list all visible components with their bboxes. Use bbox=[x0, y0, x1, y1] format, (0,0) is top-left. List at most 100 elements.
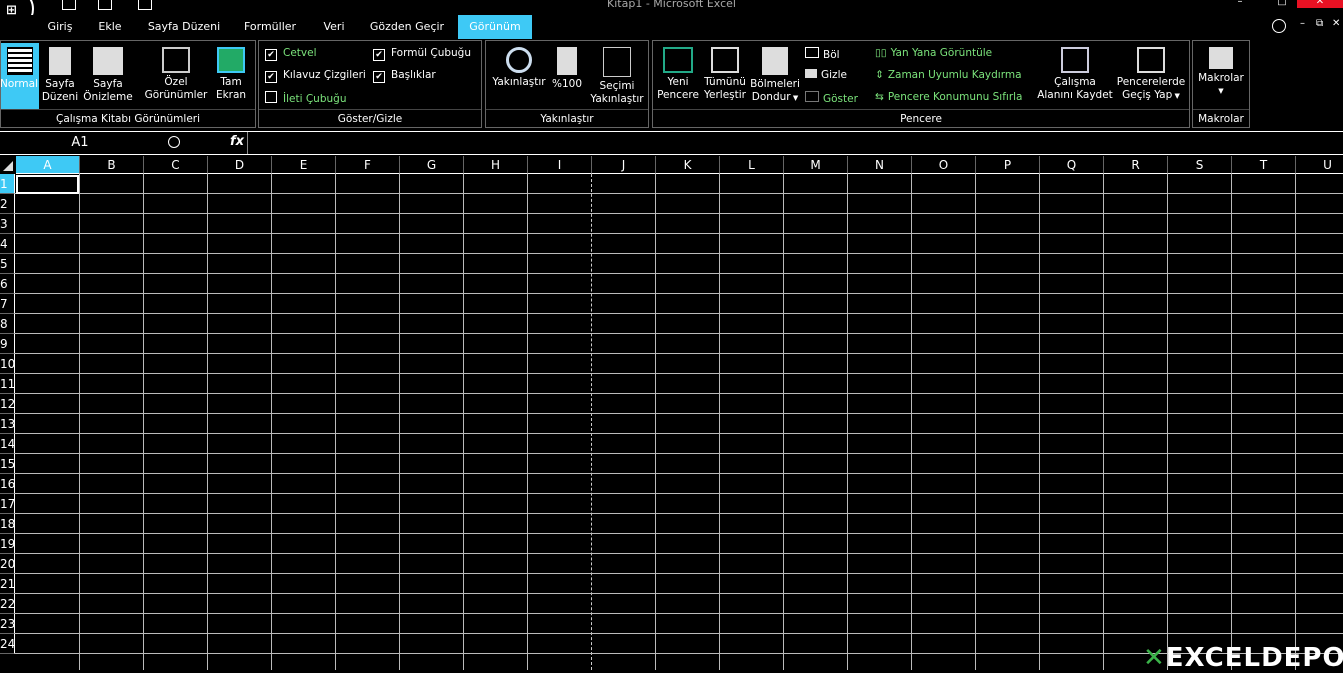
column-header-j[interactable]: J bbox=[592, 156, 656, 174]
active-cell[interactable] bbox=[16, 175, 79, 194]
row-header-18[interactable]: 18 bbox=[0, 514, 15, 534]
column-header-n[interactable]: N bbox=[848, 156, 912, 174]
custom-views-button[interactable]: Özel Görünümler bbox=[143, 43, 209, 102]
headings-checkbox[interactable]: ✔ Başlıklar bbox=[373, 69, 436, 83]
row-header-7[interactable]: 7 bbox=[0, 294, 15, 314]
row-header-22[interactable]: 22 bbox=[0, 594, 15, 614]
zoom-button[interactable]: Yakınlaştır bbox=[488, 43, 550, 89]
zoom-100-button[interactable]: %100 bbox=[550, 43, 584, 91]
tab-home[interactable]: Giriş bbox=[38, 15, 82, 39]
row-header-14[interactable]: 14 bbox=[0, 434, 15, 454]
tab-review[interactable]: Gözden Geçir bbox=[362, 15, 452, 39]
page-layout-button[interactable]: Sayfa Düzeni bbox=[41, 43, 79, 104]
column-header-p[interactable]: P bbox=[976, 156, 1040, 174]
name-box-dropdown-icon[interactable] bbox=[168, 136, 180, 148]
insert-function-icon[interactable]: fx bbox=[230, 134, 244, 149]
column-header-g[interactable]: G bbox=[400, 156, 464, 174]
zoom-selection-button[interactable]: Seçimi Yakınlaştır bbox=[586, 43, 648, 106]
tab-formulas[interactable]: Formüller bbox=[236, 15, 304, 39]
row-header-17[interactable]: 17 bbox=[0, 494, 15, 514]
row-header-23[interactable]: 23 bbox=[0, 614, 15, 634]
message-bar-checkbox[interactable]: İleti Çubuğu bbox=[265, 91, 346, 105]
column-header-h[interactable]: H bbox=[464, 156, 528, 174]
tab-insert[interactable]: Ekle bbox=[90, 15, 130, 39]
row-gridline bbox=[15, 333, 1343, 334]
tab-data[interactable]: Veri bbox=[314, 15, 354, 39]
reset-position-button[interactable]: ⇆ Pencere Konumunu Sıfırla bbox=[875, 91, 1023, 103]
column-header-b[interactable]: B bbox=[80, 156, 144, 174]
row-header-6[interactable]: 6 bbox=[0, 274, 15, 294]
arrange-all-button[interactable]: Tümünü Yerleştir bbox=[701, 43, 749, 102]
row-header-1[interactable]: 1 bbox=[0, 174, 15, 194]
column-header-q[interactable]: Q bbox=[1040, 156, 1104, 174]
row-header-13[interactable]: 13 bbox=[0, 414, 15, 434]
row-header-11[interactable]: 11 bbox=[0, 374, 15, 394]
full-screen-button[interactable]: Tam Ekran bbox=[211, 43, 251, 102]
tab-view[interactable]: Görünüm bbox=[458, 15, 532, 39]
save-workspace-button[interactable]: Çalışma Alanını Kaydet bbox=[1035, 43, 1115, 102]
column-header-c[interactable]: C bbox=[144, 156, 208, 174]
maximize-button[interactable]: □ bbox=[1262, 0, 1302, 8]
column-header-e[interactable]: E bbox=[272, 156, 336, 174]
macros-button[interactable]: Makrolar ▼ bbox=[1193, 43, 1249, 98]
row-header-5[interactable]: 5 bbox=[0, 254, 15, 274]
row-gridline bbox=[15, 373, 1343, 374]
formula-bar-checkbox[interactable]: ✔ Formül Çubuğu bbox=[373, 47, 471, 61]
row-header-15[interactable]: 15 bbox=[0, 454, 15, 474]
column-header-l[interactable]: L bbox=[720, 156, 784, 174]
row-header-21[interactable]: 21 bbox=[0, 574, 15, 594]
column-header-k[interactable]: K bbox=[656, 156, 720, 174]
undo-icon[interactable] bbox=[62, 0, 76, 10]
new-window-button[interactable]: Yeni Pencere bbox=[655, 43, 701, 102]
row-header-8[interactable]: 8 bbox=[0, 314, 15, 334]
column-header-m[interactable]: M bbox=[784, 156, 848, 174]
page-break-preview-button[interactable]: Sayfa Önizleme bbox=[81, 43, 135, 104]
tab-page-layout[interactable]: Sayfa Düzeni bbox=[140, 15, 228, 39]
help-icon[interactable] bbox=[1272, 19, 1286, 33]
ribbon-restore-icon[interactable]: ⧉ bbox=[1316, 18, 1323, 29]
gridlines-checkbox[interactable]: ✔ Kılavuz Çizgileri bbox=[265, 69, 366, 83]
hide-button[interactable]: Gizle bbox=[805, 69, 847, 81]
select-all-icon[interactable] bbox=[0, 156, 15, 174]
column-header-t[interactable]: T bbox=[1232, 156, 1296, 174]
row-header-12[interactable]: 12 bbox=[0, 394, 15, 414]
normal-view-button[interactable]: Normal bbox=[0, 43, 39, 109]
column-header-s[interactable]: S bbox=[1168, 156, 1232, 174]
row-header-9[interactable]: 9 bbox=[0, 334, 15, 354]
ribbon-minimize-icon[interactable]: – bbox=[1300, 18, 1305, 29]
row-header-3[interactable]: 3 bbox=[0, 214, 15, 234]
row-header-4[interactable]: 4 bbox=[0, 234, 15, 254]
row-header-20[interactable]: 20 bbox=[0, 554, 15, 574]
split-button[interactable]: Böl bbox=[805, 47, 840, 61]
row-header-2[interactable]: 2 bbox=[0, 194, 15, 214]
column-header-o[interactable]: O bbox=[912, 156, 976, 174]
column-header-u[interactable]: U bbox=[1296, 156, 1343, 174]
column-header-r[interactable]: R bbox=[1104, 156, 1168, 174]
arrange-all-label-2: Yerleştir bbox=[704, 89, 746, 101]
row-header-10[interactable]: 10 bbox=[0, 354, 15, 374]
sync-scroll-button[interactable]: ⇕ Zaman Uyumlu Kaydırma bbox=[875, 69, 1022, 81]
column-header-a[interactable]: A bbox=[16, 156, 80, 174]
column-header-d[interactable]: D bbox=[208, 156, 272, 174]
redo-icon[interactable] bbox=[98, 0, 112, 10]
row-header-19[interactable]: 19 bbox=[0, 534, 15, 554]
name-box[interactable]: A1 bbox=[0, 132, 160, 154]
freeze-panes-button[interactable]: Bölmeleri Dondur ▼ bbox=[749, 43, 801, 105]
worksheet-grid[interactable]: ABCDEFGHIJKLMNOPQRSTU 1 2 3 4 5 6 7 8 9 10 11 12 13 1… bbox=[0, 156, 1343, 670]
ribbon-close-icon[interactable]: ✕ bbox=[1332, 18, 1340, 29]
minimize-button[interactable]: – bbox=[1220, 0, 1260, 8]
column-gridline bbox=[591, 174, 593, 670]
row-gridline bbox=[15, 413, 1343, 414]
formula-input[interactable] bbox=[252, 132, 1340, 154]
save-workspace-icon bbox=[1061, 47, 1089, 73]
column-header-f[interactable]: F bbox=[336, 156, 400, 174]
unhide-button[interactable]: Göster bbox=[805, 91, 858, 105]
switch-windows-button[interactable]: Pencerelerde Geçiş Yap ▼ bbox=[1115, 43, 1187, 103]
column-header-i[interactable]: I bbox=[528, 156, 592, 174]
ruler-checkbox[interactable]: ✔ Cetvel bbox=[265, 47, 317, 61]
customize-qat-icon[interactable] bbox=[138, 0, 152, 10]
row-header-24[interactable]: 24 bbox=[0, 634, 15, 654]
row-header-16[interactable]: 16 bbox=[0, 474, 15, 494]
close-button[interactable]: ✕ bbox=[1297, 0, 1343, 8]
side-by-side-button[interactable]: ▯▯ Yan Yana Görüntüle bbox=[875, 47, 992, 59]
